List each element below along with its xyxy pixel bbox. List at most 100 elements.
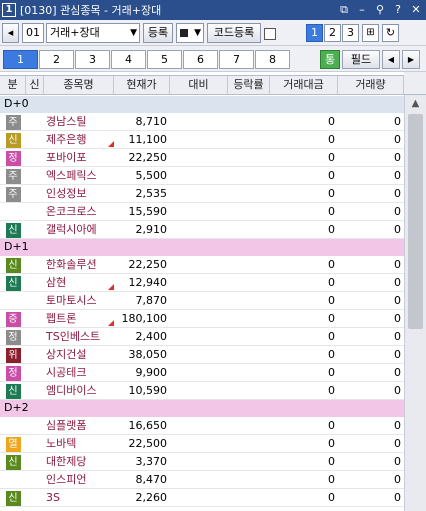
- trade-amount: 0: [328, 169, 335, 182]
- credit-cell: [26, 417, 44, 434]
- col-header-price[interactable]: 현재가: [114, 76, 170, 94]
- change-rate: [228, 221, 270, 238]
- page-tab-1[interactable]: 1: [3, 50, 38, 69]
- col-header-sin[interactable]: 신: [26, 76, 44, 94]
- stock-name[interactable]: 대한제당: [44, 453, 114, 470]
- table-row[interactable]: 신 제주은행 11,100 0 0: [0, 131, 404, 149]
- view-tab-1[interactable]: 1: [306, 24, 323, 42]
- color-select[interactable]: ▼: [176, 23, 204, 43]
- page-tab-7[interactable]: 7: [219, 50, 254, 69]
- col-header-amount[interactable]: 거래대금: [270, 76, 338, 94]
- table-row[interactable]: 주 엑스페릭스 5,500 0 0: [0, 167, 404, 185]
- group-number-field[interactable]: 01: [22, 23, 44, 43]
- watchlist-grid: 분 신 종목명 현재가 대비 등락률 거래대금 거래량 D+0 주 경남스틸 8,71…: [0, 72, 404, 511]
- credit-cell: [26, 221, 44, 238]
- section-header: D+0: [0, 96, 404, 113]
- table-row[interactable]: 심플랫폼 16,650 0 0: [0, 417, 404, 435]
- table-row[interactable]: 온코크로스 15,590 0 0: [0, 203, 404, 221]
- market-badge: 주: [5, 169, 21, 184]
- page-tab-2[interactable]: 2: [39, 50, 74, 69]
- trade-volume: 0: [394, 133, 401, 146]
- trade-amount: 0: [328, 276, 335, 289]
- trade-amount: 0: [328, 473, 335, 486]
- table-row[interactable]: 신 3S 2,260 0 0: [0, 489, 404, 507]
- stock-name[interactable]: 토마토시스: [44, 292, 114, 309]
- change-rate: [228, 274, 270, 291]
- stock-name[interactable]: 상지건설: [44, 346, 114, 363]
- table-row[interactable]: 정 포바이포 22,250 0 0: [0, 149, 404, 167]
- trade-amount: 0: [328, 187, 335, 200]
- stock-name[interactable]: 한화솔루션: [44, 256, 114, 273]
- stock-name[interactable]: 펩트론: [44, 310, 114, 327]
- stock-name[interactable]: 시공테크: [44, 364, 114, 381]
- market-badge: 신: [5, 455, 21, 470]
- table-row[interactable]: 주 인성정보 2,535 0 0: [0, 185, 404, 203]
- refresh-icon[interactable]: ↻: [382, 24, 399, 42]
- stock-name[interactable]: 제주은행: [44, 131, 114, 148]
- page-tab-6[interactable]: 6: [183, 50, 218, 69]
- toggle-button[interactable]: 통: [320, 50, 340, 69]
- col-header-rate[interactable]: 등락률: [228, 76, 270, 94]
- stock-name[interactable]: 3S: [44, 489, 114, 506]
- pin-icon[interactable]: ⚲: [372, 2, 388, 18]
- tab-next-icon[interactable]: ▶: [402, 50, 420, 69]
- register-button[interactable]: 등록: [143, 23, 173, 43]
- grid-settings-icon[interactable]: ⊞: [362, 24, 379, 42]
- stock-name[interactable]: 노바텍: [44, 435, 114, 452]
- stock-name[interactable]: 포바이포: [44, 149, 114, 166]
- field-button[interactable]: 필드: [342, 50, 380, 69]
- trade-volume: 0: [394, 330, 401, 343]
- close-icon[interactable]: ✕: [408, 2, 424, 18]
- view-tab-3[interactable]: 3: [342, 24, 359, 42]
- tab-prev-icon[interactable]: ◀: [382, 50, 400, 69]
- table-row[interactable]: 위 상지건설 38,050 0 0: [0, 346, 404, 364]
- table-row[interactable]: 인스피언 8,470 0 0: [0, 471, 404, 489]
- table-row[interactable]: 열 노바텍 22,500 0 0: [0, 435, 404, 453]
- help-icon[interactable]: ?: [390, 2, 406, 18]
- stock-name[interactable]: 엑스페릭스: [44, 167, 114, 184]
- table-row[interactable]: 신 한화솔루션 22,250 0 0: [0, 256, 404, 274]
- change-value: [170, 364, 228, 381]
- col-header-volume[interactable]: 거래량: [338, 76, 404, 94]
- stock-name[interactable]: 엠디바이스: [44, 382, 114, 399]
- table-row[interactable]: 토마토시스 7,870 0 0: [0, 292, 404, 310]
- stock-name[interactable]: 경남스틸: [44, 113, 114, 130]
- table-row[interactable]: 증 펩트론 180,100 0 0: [0, 310, 404, 328]
- group-select[interactable]: 거래+장대 ▼: [46, 23, 140, 43]
- col-header-name[interactable]: 종목명: [44, 76, 114, 94]
- group-prev-button[interactable]: ◂: [2, 23, 19, 43]
- stock-name[interactable]: 심플랫폼: [44, 417, 114, 434]
- table-row[interactable]: 신 삼현 12,940 0 0: [0, 274, 404, 292]
- table-row[interactable]: 신 대한제당 3,370 0 0: [0, 453, 404, 471]
- page-tab-3[interactable]: 3: [75, 50, 110, 69]
- stock-name[interactable]: TS인베스트: [44, 328, 114, 345]
- stock-name[interactable]: 인성정보: [44, 185, 114, 202]
- scroll-thumb[interactable]: [408, 114, 423, 329]
- page-tab-8[interactable]: 8: [255, 50, 290, 69]
- table-row[interactable]: 신 엠디바이스 10,590 0 0: [0, 382, 404, 400]
- forecast-checkbox[interactable]: [264, 28, 276, 40]
- trade-volume: 0: [394, 437, 401, 450]
- col-header-diff[interactable]: 대비: [170, 76, 228, 94]
- page-tab-5[interactable]: 5: [147, 50, 182, 69]
- table-row[interactable]: 정 시공테크 9,900 0 0: [0, 364, 404, 382]
- restore-icon[interactable]: ⧉: [336, 2, 352, 18]
- stock-name[interactable]: 인스피언: [44, 471, 114, 488]
- view-tab-2[interactable]: 2: [324, 24, 341, 42]
- change-rate: [228, 471, 270, 488]
- table-row[interactable]: 주 경남스틸 8,710 0 0: [0, 113, 404, 131]
- market-badge-cell: 신: [0, 131, 26, 148]
- vertical-scrollbar[interactable]: ▲: [404, 95, 426, 511]
- change-rate: [228, 364, 270, 381]
- minimize-icon[interactable]: –: [354, 2, 370, 18]
- market-badge: 신: [5, 276, 21, 291]
- table-row[interactable]: 정 TS인베스트 2,400 0 0: [0, 328, 404, 346]
- stock-name[interactable]: 온코크로스: [44, 203, 114, 220]
- stock-name[interactable]: 갤럭시아에: [44, 221, 114, 238]
- stock-name[interactable]: 삼현: [44, 274, 114, 291]
- code-register-button[interactable]: 코드등록: [207, 23, 261, 43]
- col-header-bun[interactable]: 분: [0, 76, 26, 94]
- page-tab-4[interactable]: 4: [111, 50, 146, 69]
- scroll-up-icon[interactable]: ▲: [407, 95, 424, 112]
- table-row[interactable]: 신 갤럭시아에 2,910 0 0: [0, 221, 404, 239]
